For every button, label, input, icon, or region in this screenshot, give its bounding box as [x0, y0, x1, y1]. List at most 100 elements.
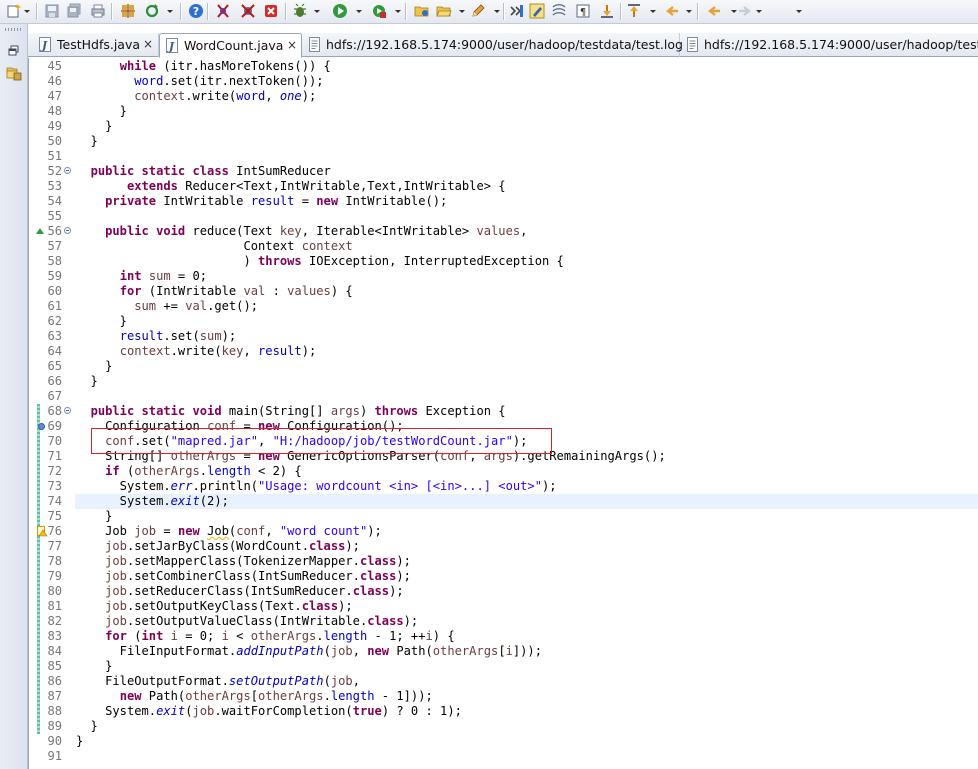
code-line[interactable]: 75 } — [29, 509, 978, 524]
code-line[interactable]: 89 } — [29, 719, 978, 734]
code-line[interactable]: 91 — [29, 749, 978, 764]
no-breakpoints-icon[interactable] — [240, 3, 256, 19]
restore-icon[interactable] — [6, 43, 22, 59]
code-line[interactable]: 72 if (otherArgs.length < 2) { — [29, 464, 978, 479]
code-line[interactable]: 85 } — [29, 659, 978, 674]
code-line[interactable]: 49 } — [29, 119, 978, 134]
code-line[interactable]: 61 sum += val.get(); — [29, 299, 978, 314]
code-line[interactable]: 58 ) throws IOException, InterruptedExce… — [29, 254, 978, 269]
code-line[interactable]: 64 context.write(key, result); — [29, 344, 978, 359]
breakpoint-marker-icon[interactable] — [38, 423, 45, 430]
chevron-down-icon[interactable] — [493, 3, 501, 19]
code-line[interactable]: 54 private IntWritable result = new IntW… — [29, 194, 978, 209]
help-icon[interactable]: ? — [188, 3, 204, 19]
code-line[interactable]: 81 job.setOutputKeyClass(Text.class); — [29, 599, 978, 614]
print-icon[interactable] — [90, 3, 106, 19]
code-line[interactable]: 82 job.setOutputValueClass(IntWritable.c… — [29, 614, 978, 629]
next-annotation-icon[interactable] — [508, 3, 524, 19]
close-icon[interactable]: × — [142, 38, 154, 50]
next-annotation-down-icon[interactable] — [599, 3, 615, 19]
code-line[interactable]: 68 public static void main(String[] args… — [29, 404, 978, 419]
back-icon[interactable] — [664, 3, 680, 19]
line-number: 65 — [47, 359, 62, 373]
fold-toggle-icon[interactable] — [64, 167, 71, 174]
code-line[interactable]: 79 job.setCombinerClass(IntSumReducer.cl… — [29, 569, 978, 584]
tab-label: hdfs://192.168.5.174:9000/user/hadoop/te… — [326, 37, 683, 52]
tab-0[interactable]: J TestHdfs.java × — [33, 33, 159, 57]
code-line[interactable]: 63 result.set(sum); — [29, 329, 978, 344]
refresh-icon[interactable] — [144, 3, 160, 19]
code-line[interactable]: 76 Job job = new Job(conf, "word count")… — [29, 524, 978, 539]
line-number: 48 — [47, 104, 62, 118]
fold-toggle-icon[interactable] — [64, 407, 71, 414]
chevron-down-icon[interactable] — [23, 3, 31, 19]
code-line[interactable]: 87 new Path(otherArgs[otherArgs.length -… — [29, 689, 978, 704]
chevron-down-icon[interactable] — [355, 3, 363, 19]
code-line[interactable]: 74 System.exit(2); — [29, 494, 978, 509]
tab-3[interactable]: hdfs://192.168.5.174:9000/user/hadoop/te… — [680, 33, 978, 57]
code-line[interactable]: 47 context.write(word, one); — [29, 89, 978, 104]
toggle-mark-icon[interactable] — [551, 3, 567, 19]
code-line[interactable]: 84 FileInputFormat.addInputPath(job, new… — [29, 644, 978, 659]
debug-skip-icon[interactable] — [215, 3, 231, 19]
code-line[interactable]: 55 — [29, 209, 978, 224]
edit-pencil-icon[interactable] — [470, 3, 486, 19]
debug-run-icon[interactable] — [292, 3, 308, 19]
chevron-down-icon[interactable] — [166, 3, 174, 19]
code-line[interactable]: 77 job.setJarByClass(WordCount.class); — [29, 539, 978, 554]
package-explorer-icon[interactable] — [6, 65, 22, 81]
trim-grip[interactable] — [5, 28, 22, 31]
chevron-down-icon[interactable] — [394, 3, 402, 19]
external-tools-icon[interactable] — [371, 3, 387, 19]
open-type-icon[interactable] — [414, 3, 430, 19]
tab-1[interactable]: J WordCount.java × — [159, 33, 302, 58]
close-icon[interactable]: × — [286, 39, 298, 51]
code-line[interactable]: 78 job.setMapperClass(TokenizerMapper.cl… — [29, 554, 978, 569]
code-line[interactable]: 46 word.set(itr.nextToken()); — [29, 74, 978, 89]
chevron-down-icon[interactable] — [685, 3, 693, 19]
code-line[interactable]: 86 FileOutputFormat.setOutputPath(job, — [29, 674, 978, 689]
code-line[interactable]: 67 — [29, 389, 978, 404]
previous-annotation-icon[interactable] — [626, 3, 642, 19]
show-whitespace-icon[interactable]: ¶ — [575, 3, 591, 19]
code-line[interactable]: 56 public void reduce(Text key, Iterable… — [29, 224, 978, 239]
code-line[interactable]: 50 } — [29, 134, 978, 149]
warning-marker-icon[interactable] — [37, 526, 48, 537]
code-line[interactable]: 59 int sum = 0; — [29, 269, 978, 284]
code-line[interactable]: 52 public static class IntSumReducer — [29, 164, 978, 179]
code-line[interactable]: 80 job.setReducerClass(IntSumReducer.cla… — [29, 584, 978, 599]
chevron-down-icon[interactable] — [458, 3, 466, 19]
line-number: 63 — [47, 329, 62, 343]
chevron-down-icon[interactable] — [649, 3, 657, 19]
code-line[interactable]: 53 extends Reducer<Text,IntWritable,Text… — [29, 179, 978, 194]
override-marker-icon[interactable] — [36, 228, 44, 234]
build-icon[interactable] — [120, 3, 136, 19]
chevron-down-icon[interactable] — [313, 3, 321, 19]
fold-toggle-icon[interactable] — [64, 227, 71, 234]
code-line[interactable]: 73 System.err.println("Usage: wordcount … — [29, 479, 978, 494]
open-folder-icon[interactable] — [436, 3, 452, 19]
code-line[interactable]: 66 } — [29, 374, 978, 389]
run-icon[interactable] — [332, 3, 348, 19]
code-line[interactable]: 48 } — [29, 104, 978, 119]
code-editor[interactable]: 45 while (itr.hasMoreTokens()) {46 word.… — [28, 58, 978, 769]
tab-2[interactable]: hdfs://192.168.5.174:9000/user/hadoop/te… — [302, 33, 683, 57]
code-line[interactable]: 60 for (IntWritable val : values) { — [29, 284, 978, 299]
code-line[interactable]: 65 } — [29, 359, 978, 374]
code-line[interactable]: 51 — [29, 149, 978, 164]
code-line[interactable]: 45 while (itr.hasMoreTokens()) { — [29, 59, 978, 74]
save-icon[interactable] — [44, 3, 60, 19]
save-all-icon[interactable] — [66, 3, 82, 19]
code-line[interactable]: 62 } — [29, 314, 978, 329]
new-wizard-icon[interactable] — [6, 3, 22, 19]
code-line[interactable]: 57 Context context — [29, 239, 978, 254]
chevron-down-icon[interactable] — [795, 3, 803, 19]
back-icon[interactable] — [706, 3, 722, 19]
chevron-down-icon[interactable] — [755, 3, 763, 19]
code-line[interactable]: 90} — [29, 734, 978, 749]
toggle-highlight-icon[interactable] — [529, 3, 545, 19]
code-line[interactable]: 83 for (int i = 0; i < otherArgs.length … — [29, 629, 978, 644]
terminate-icon[interactable] — [263, 3, 279, 19]
code-line[interactable]: 88 System.exit(job.waitForCompletion(tru… — [29, 704, 978, 719]
forward-icon[interactable] — [737, 3, 753, 19]
